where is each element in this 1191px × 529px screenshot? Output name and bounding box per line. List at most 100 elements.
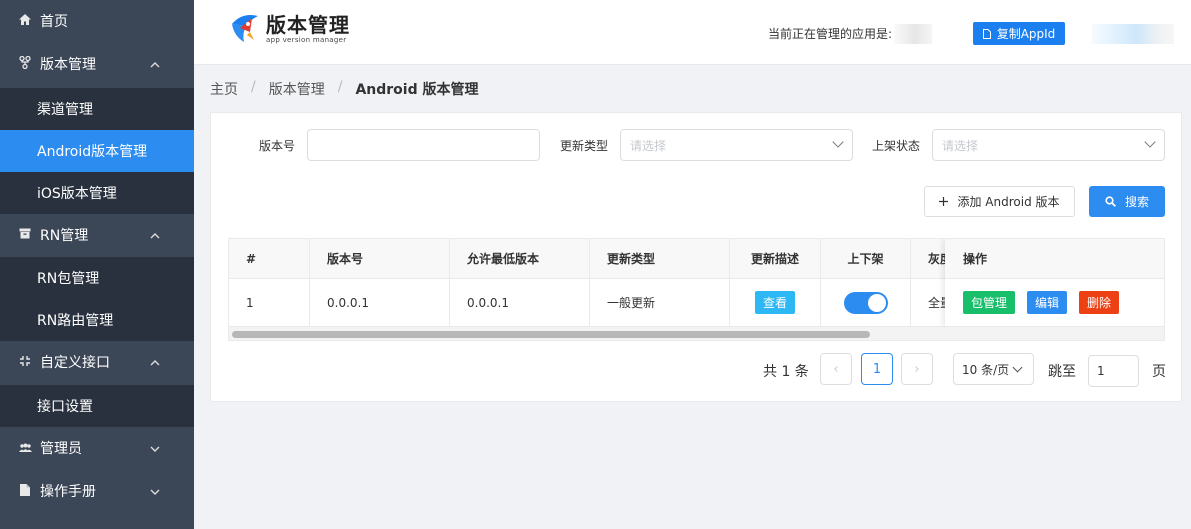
- app-name-redacted: [894, 24, 932, 44]
- document-icon: [18, 483, 32, 499]
- plus-icon: [939, 197, 949, 206]
- sidebar-item-rn-route[interactable]: RN路由管理: [0, 299, 194, 341]
- sidebar-item-admin[interactable]: 管理员: [0, 427, 194, 469]
- content-card: 版本号 更新类型 请选择 上架状态 请选择 添加 Android 版本 搜索 #…: [210, 112, 1182, 402]
- column-header-shelf: 上下架: [821, 239, 911, 278]
- cell-version: 0.0.0.1: [310, 279, 450, 326]
- shelf-status-select[interactable]: 请选择: [932, 129, 1165, 161]
- chevron-up-icon: [150, 58, 160, 71]
- jump-page-input[interactable]: 1: [1088, 355, 1139, 387]
- sidebar-item-api-settings[interactable]: 接口设置: [0, 385, 194, 427]
- cell-min-version: 0.0.0.1: [450, 279, 590, 326]
- sidebar-item-label: 首页: [40, 14, 68, 30]
- update-type-select[interactable]: 请选择: [620, 129, 853, 161]
- page-1-button[interactable]: 1: [861, 353, 893, 385]
- breadcrumb: 主页 / 版本管理 / Android 版本管理: [210, 79, 478, 99]
- toggle-knob: [867, 293, 886, 312]
- column-header-update-type: 更新类型: [590, 239, 730, 278]
- sidebar-item-label: 渠道管理: [37, 102, 93, 118]
- copy-icon: [982, 28, 991, 39]
- shelf-toggle[interactable]: [843, 291, 888, 314]
- sidebar-item-version-management[interactable]: 版本管理: [0, 43, 194, 85]
- add-android-version-button[interactable]: 添加 Android 版本: [924, 186, 1075, 217]
- column-header-operations: 操作: [945, 239, 1164, 279]
- sidebar: 首页 版本管理 渠道管理 Android版本管理 iOS版本管理 RN管理 RN…: [0, 0, 194, 529]
- home-icon: [18, 14, 32, 28]
- update-type-label: 更新类型: [560, 139, 609, 153]
- scrollbar-thumb[interactable]: [232, 331, 870, 338]
- breadcrumb-current: Android 版本管理: [355, 82, 479, 98]
- top-header: 版本管理 app version manager 当前正在管理的应用是: 复制A…: [194, 0, 1191, 65]
- logo-subtitle: app version manager: [266, 35, 347, 44]
- rocket-logo-icon: [228, 12, 262, 46]
- column-header-min-version: 允许最低版本: [450, 239, 590, 278]
- breadcrumb-home[interactable]: 主页: [210, 79, 238, 99]
- chevron-down-icon: [1012, 362, 1023, 373]
- sidebar-item-manual[interactable]: 操作手册: [0, 470, 194, 512]
- chevron-left-icon: ‹: [833, 361, 839, 377]
- chevron-right-icon: ›: [914, 361, 920, 377]
- version-table: # 版本号 允许最低版本 更新类型 更新描述 上下架 灰度 1 0.0.0.1 …: [228, 238, 1165, 341]
- cell-shelf: [821, 279, 911, 326]
- jump-label: 跳至: [1048, 364, 1076, 380]
- cell-description: 查看: [730, 279, 821, 326]
- chevron-up-icon: [150, 229, 160, 242]
- sidebar-item-label: 版本管理: [40, 57, 96, 73]
- pagination-total: 共 1 条: [763, 364, 809, 380]
- sidebar-item-channel[interactable]: 渠道管理: [0, 88, 194, 130]
- chevron-down-icon: [832, 136, 844, 148]
- view-description-button[interactable]: 查看: [755, 291, 795, 314]
- chevron-down-icon: [150, 485, 160, 498]
- breadcrumb-separator: /: [251, 79, 256, 95]
- copy-appid-button[interactable]: 复制AppId: [973, 22, 1065, 45]
- search-button[interactable]: 搜索: [1089, 186, 1165, 217]
- next-page-button[interactable]: ›: [901, 353, 933, 385]
- api-icon: [18, 355, 32, 370]
- sidebar-item-label: 接口设置: [37, 399, 93, 415]
- sidebar-item-label: RN路由管理: [37, 313, 114, 329]
- cell-update-type: 一般更新: [590, 279, 730, 326]
- appid-redacted: [1092, 24, 1174, 44]
- prev-page-button[interactable]: ‹: [820, 353, 852, 385]
- chevron-down-icon: [1144, 136, 1156, 148]
- sidebar-item-home[interactable]: 首页: [0, 0, 194, 42]
- version-label: 版本号: [259, 139, 296, 153]
- sidebar-item-rn[interactable]: RN管理: [0, 214, 194, 256]
- cell-operations: 包管理 编辑 删除: [945, 279, 1164, 327]
- sidebar-item-label: 管理员: [40, 441, 82, 457]
- logo-title: 版本管理: [266, 12, 350, 37]
- current-app-label: 当前正在管理的应用是:: [768, 27, 893, 41]
- sidebar-item-label: Android版本管理: [37, 144, 148, 160]
- branch-icon: [18, 55, 32, 72]
- cell-index: 1: [229, 279, 310, 326]
- app-logo[interactable]: 版本管理 app version manager: [228, 12, 350, 46]
- sidebar-item-label: RN包管理: [37, 271, 100, 287]
- column-header-index: #: [229, 239, 310, 278]
- sidebar-item-label: iOS版本管理: [37, 186, 117, 202]
- package-manage-button[interactable]: 包管理: [963, 291, 1015, 314]
- sidebar-item-label: 操作手册: [40, 484, 96, 500]
- users-icon: [18, 442, 32, 455]
- sidebar-item-label: RN管理: [40, 228, 89, 244]
- version-input[interactable]: [307, 129, 540, 161]
- edit-button[interactable]: 编辑: [1027, 291, 1067, 314]
- sidebar-item-custom-api[interactable]: 自定义接口: [0, 341, 194, 383]
- delete-button[interactable]: 删除: [1079, 291, 1119, 314]
- page-suffix: 页: [1152, 364, 1166, 380]
- search-icon: [1105, 196, 1116, 207]
- sidebar-item-android[interactable]: Android版本管理: [0, 130, 194, 172]
- shelf-status-label: 上架状态: [872, 139, 921, 153]
- sidebar-item-label: 自定义接口: [40, 355, 110, 371]
- column-header-description: 更新描述: [730, 239, 821, 278]
- sidebar-item-ios[interactable]: iOS版本管理: [0, 172, 194, 214]
- package-icon: [18, 228, 32, 242]
- breadcrumb-separator: /: [337, 79, 343, 95]
- column-header-version: 版本号: [310, 239, 450, 278]
- page-size-select[interactable]: 10 条/页: [953, 353, 1034, 385]
- horizontal-scrollbar[interactable]: [229, 327, 1164, 340]
- sidebar-item-rn-package[interactable]: RN包管理: [0, 257, 194, 299]
- chevron-down-icon: [150, 442, 160, 455]
- breadcrumb-version[interactable]: 版本管理: [269, 79, 325, 99]
- chevron-up-icon: [150, 356, 160, 369]
- operations-column: 操作 包管理 编辑 删除: [945, 239, 1164, 327]
